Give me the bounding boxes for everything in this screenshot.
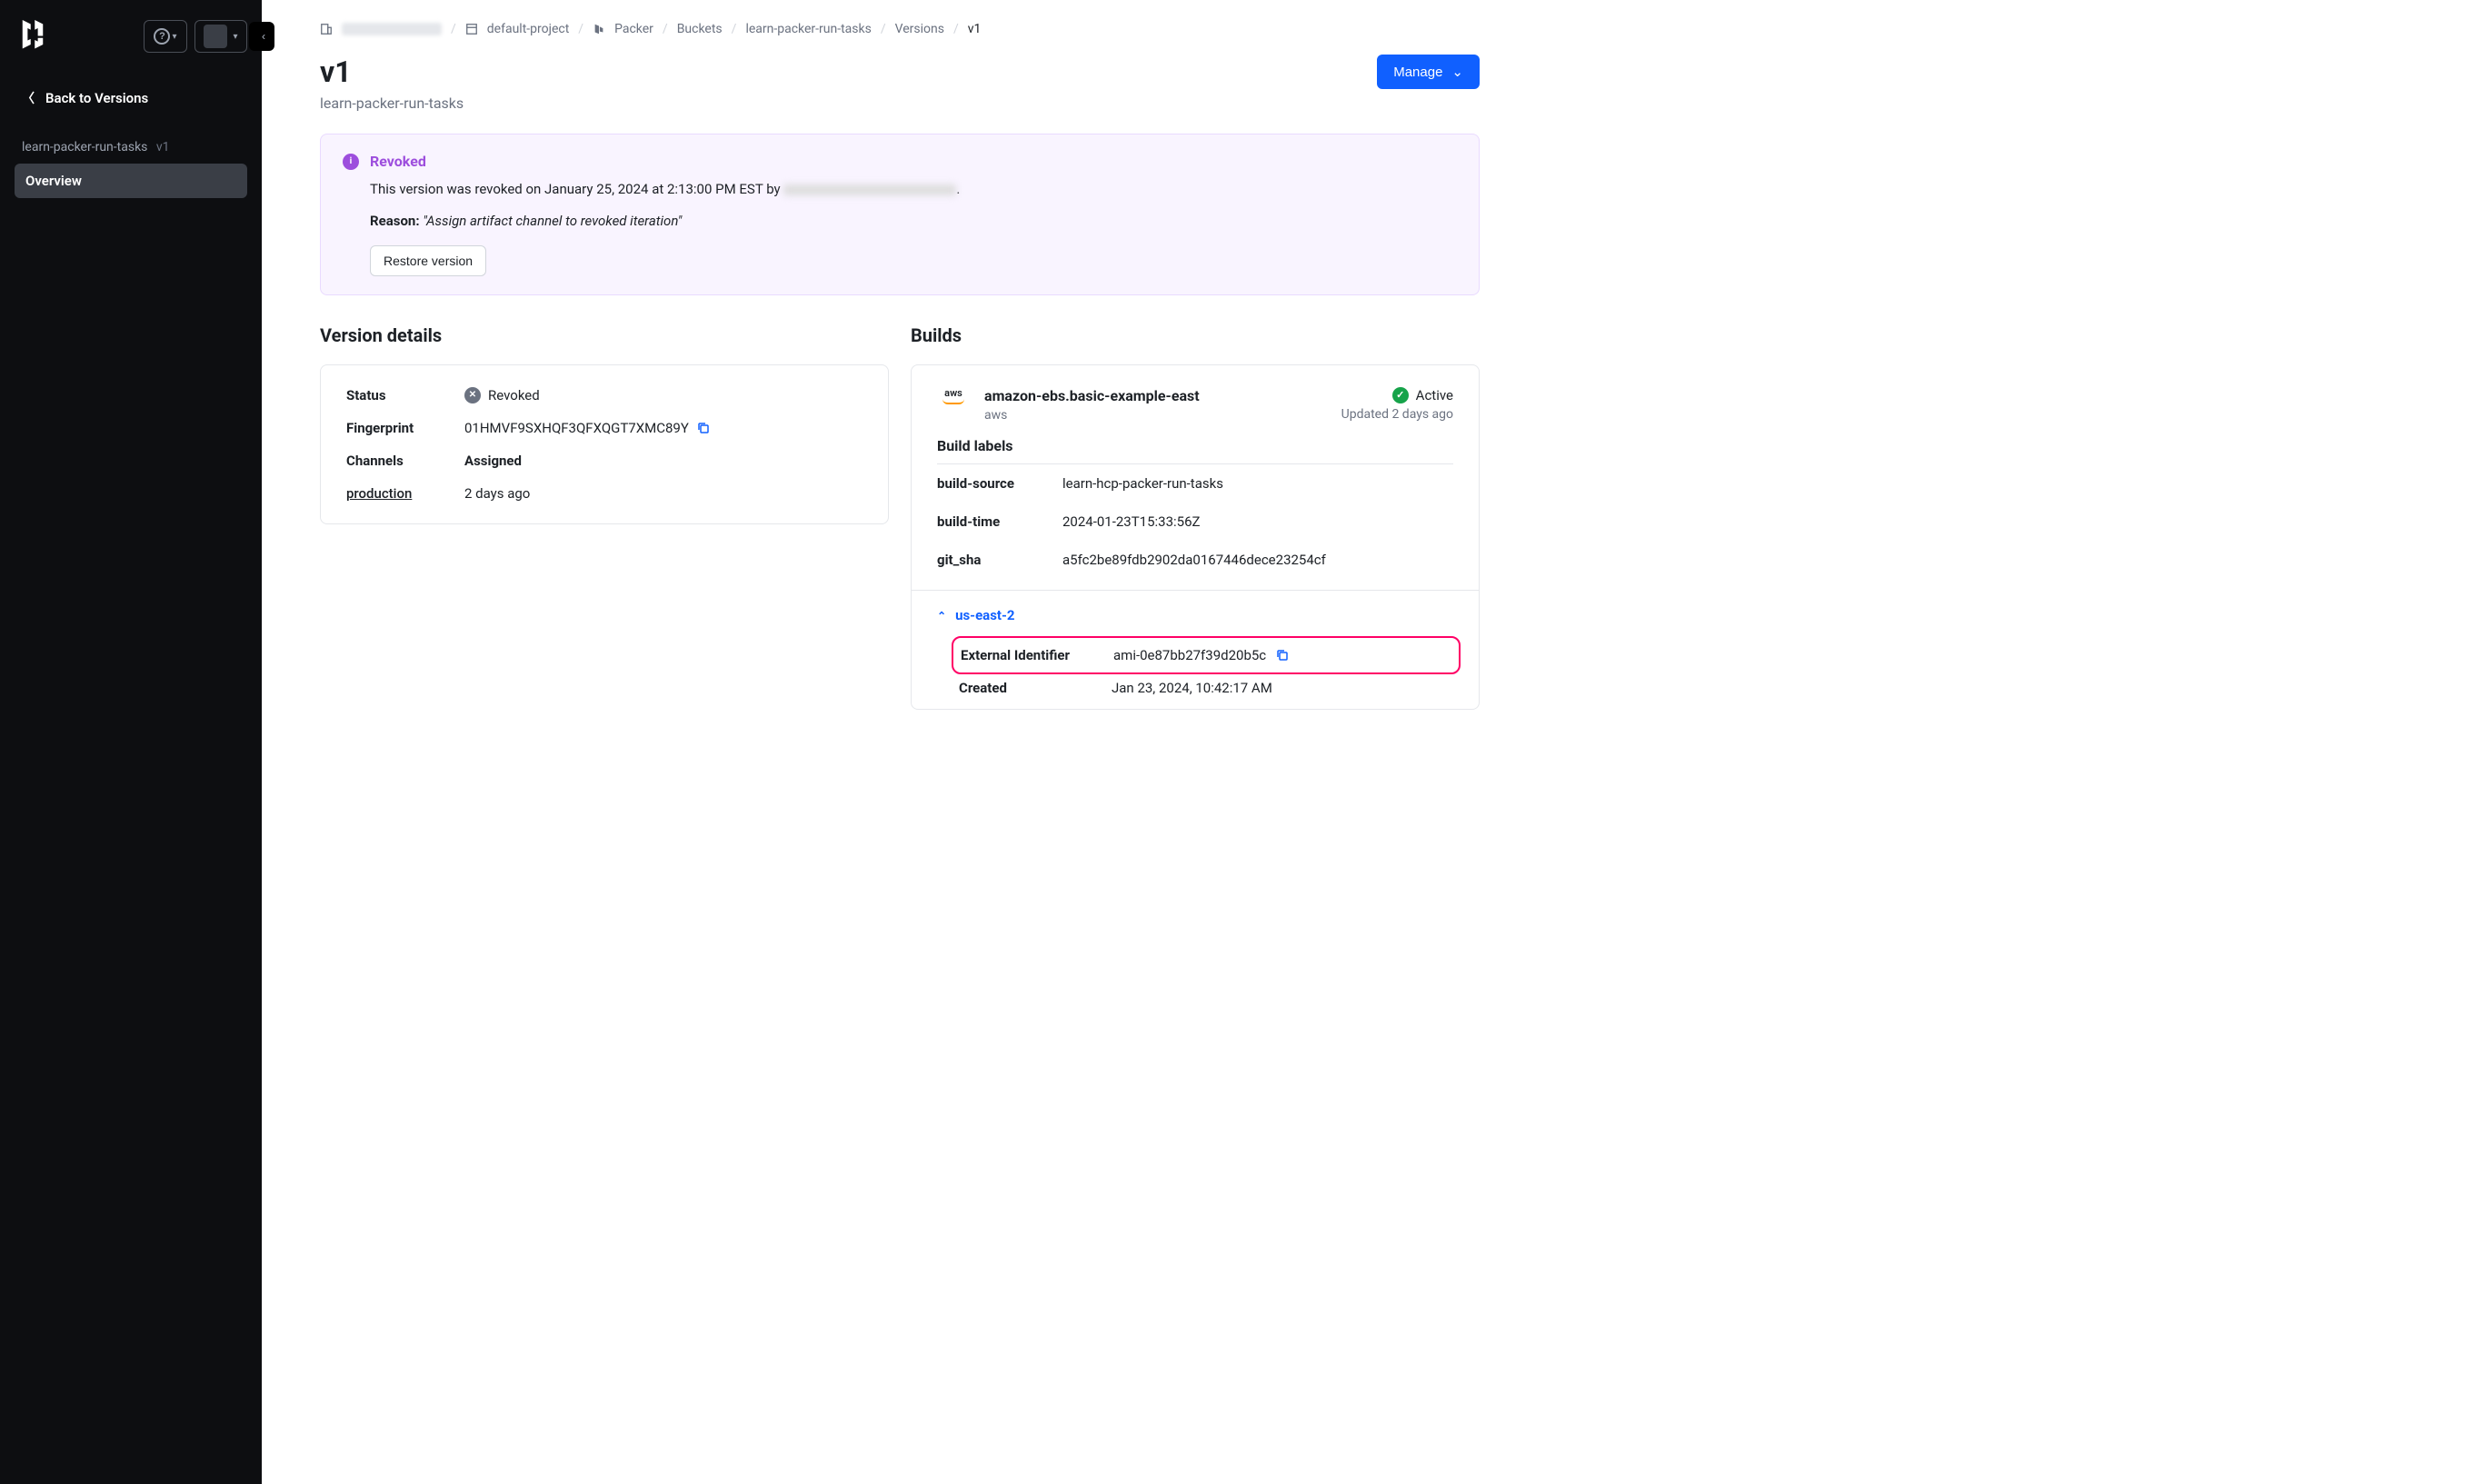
help-menu-button[interactable]: ? ▾ — [144, 20, 187, 53]
back-to-versions-link[interactable]: 〈 Back to Versions — [0, 73, 262, 124]
version-details-title: Version details — [320, 324, 889, 346]
status-value: Revoked — [464, 387, 540, 403]
build-label-row: git_sha a5fc2be89fdb2902da0167446dece232… — [912, 541, 1479, 579]
user-menu-button[interactable]: ▾ — [194, 20, 247, 53]
chevron-down-icon: ⌄ — [1451, 64, 1463, 80]
back-label: Back to Versions — [45, 90, 148, 106]
breadcrumb-versions[interactable]: Versions — [895, 22, 944, 36]
created-label: Created — [959, 680, 1112, 696]
fingerprint-value: 01HMVF9SXHQF3QFXQGT7XMC89Y — [464, 420, 711, 436]
collapse-sidebar-button[interactable]: ‹‹ — [249, 22, 274, 51]
page-subtitle: learn-packer-run-tasks — [320, 95, 464, 112]
build-label-row: build-time 2024-01-23T15:33:56Z — [912, 503, 1479, 541]
manage-button[interactable]: Manage ⌄ — [1377, 55, 1480, 89]
revoked-status-icon — [464, 387, 481, 403]
main-content: / default-project / Packer / Buckets / l… — [262, 0, 1534, 1484]
channels-label: Channels — [346, 453, 464, 469]
external-id-value: ami-0e87bb27f39d20b5c — [1113, 647, 1451, 663]
status-label: Status — [346, 387, 464, 403]
builds-title: Builds — [911, 324, 1480, 346]
build-card: aws amazon-ebs.basic-example-east aws — [911, 364, 1480, 710]
alert-reason: Reason: "Assign artifact channel to revo… — [370, 213, 1457, 229]
copy-fingerprint-button[interactable] — [696, 421, 711, 435]
chevron-left-icon: 〈 — [22, 89, 35, 107]
sidebar: ? ▾ ▾ ‹‹ 〈 Back to Versions learn-packer… — [0, 0, 262, 1484]
breadcrumb-project[interactable]: default-project — [487, 22, 570, 36]
org-icon — [320, 23, 333, 35]
question-icon: ? — [154, 28, 170, 45]
build-updated: Updated 2 days ago — [1341, 407, 1453, 422]
production-channel-value: 2 days ago — [464, 485, 530, 502]
version-details-card: Status Revoked Fingerprint 01HMVF9SXHQF3… — [320, 364, 889, 524]
breadcrumb-packer[interactable]: Packer — [614, 22, 653, 36]
external-identifier-highlight: External Identifier ami-0e87bb27f39d20b5… — [952, 636, 1461, 674]
fingerprint-label: Fingerprint — [346, 420, 464, 436]
hashicorp-logo-icon[interactable] — [15, 18, 51, 55]
alert-title: Revoked — [370, 153, 426, 170]
external-id-label: External Identifier — [961, 647, 1113, 663]
chevron-up-icon: ⌄ — [937, 609, 946, 622]
alert-text: This version was revoked on January 25, … — [370, 179, 1457, 200]
restore-version-button[interactable]: Restore version — [370, 245, 486, 276]
builds-section: Builds aws amazon-ebs.basic-example-east… — [911, 324, 1480, 710]
production-channel-link[interactable]: production — [346, 485, 464, 502]
build-name: amazon-ebs.basic-example-east — [984, 387, 1200, 404]
build-provider: aws — [984, 408, 1200, 423]
aws-provider-icon: aws — [937, 387, 970, 423]
active-status-icon — [1392, 387, 1409, 403]
sidebar-item-overview[interactable]: Overview — [15, 164, 247, 198]
avatar — [204, 25, 227, 48]
sidebar-context: learn-packer-run-tasks v1 — [15, 131, 247, 164]
created-value: Jan 23, 2024, 10:42:17 AM — [1112, 680, 1453, 696]
build-label-row: build-source learn-hcp-packer-run-tasks — [912, 464, 1479, 503]
breadcrumb: / default-project / Packer / Buckets / l… — [320, 22, 1480, 36]
packer-icon — [593, 23, 605, 35]
build-labels-title: Build labels — [912, 437, 1479, 463]
project-icon — [465, 23, 478, 35]
sidebar-header: ? ▾ ▾ — [0, 0, 262, 73]
version-details-section: Version details Status Revoked Fingerpri… — [320, 324, 889, 710]
chevron-down-icon: ▾ — [233, 32, 237, 42]
breadcrumb-current: v1 — [968, 22, 982, 36]
chevron-down-icon: ▾ — [172, 32, 176, 42]
breadcrumb-org-redacted — [342, 23, 442, 35]
page-title: v1 — [320, 55, 464, 89]
build-status: Active — [1341, 387, 1453, 403]
region-toggle[interactable]: ⌄ us-east-2 — [937, 607, 1453, 623]
revoked-alert: i Revoked This version was revoked on Ja… — [320, 134, 1480, 295]
info-icon: i — [343, 154, 359, 170]
breadcrumb-bucket[interactable]: learn-packer-run-tasks — [745, 22, 871, 36]
breadcrumb-buckets[interactable]: Buckets — [677, 22, 723, 36]
copy-external-id-button[interactable] — [1275, 648, 1290, 662]
alert-actor-redacted — [783, 184, 956, 195]
channels-value: Assigned — [464, 453, 522, 469]
